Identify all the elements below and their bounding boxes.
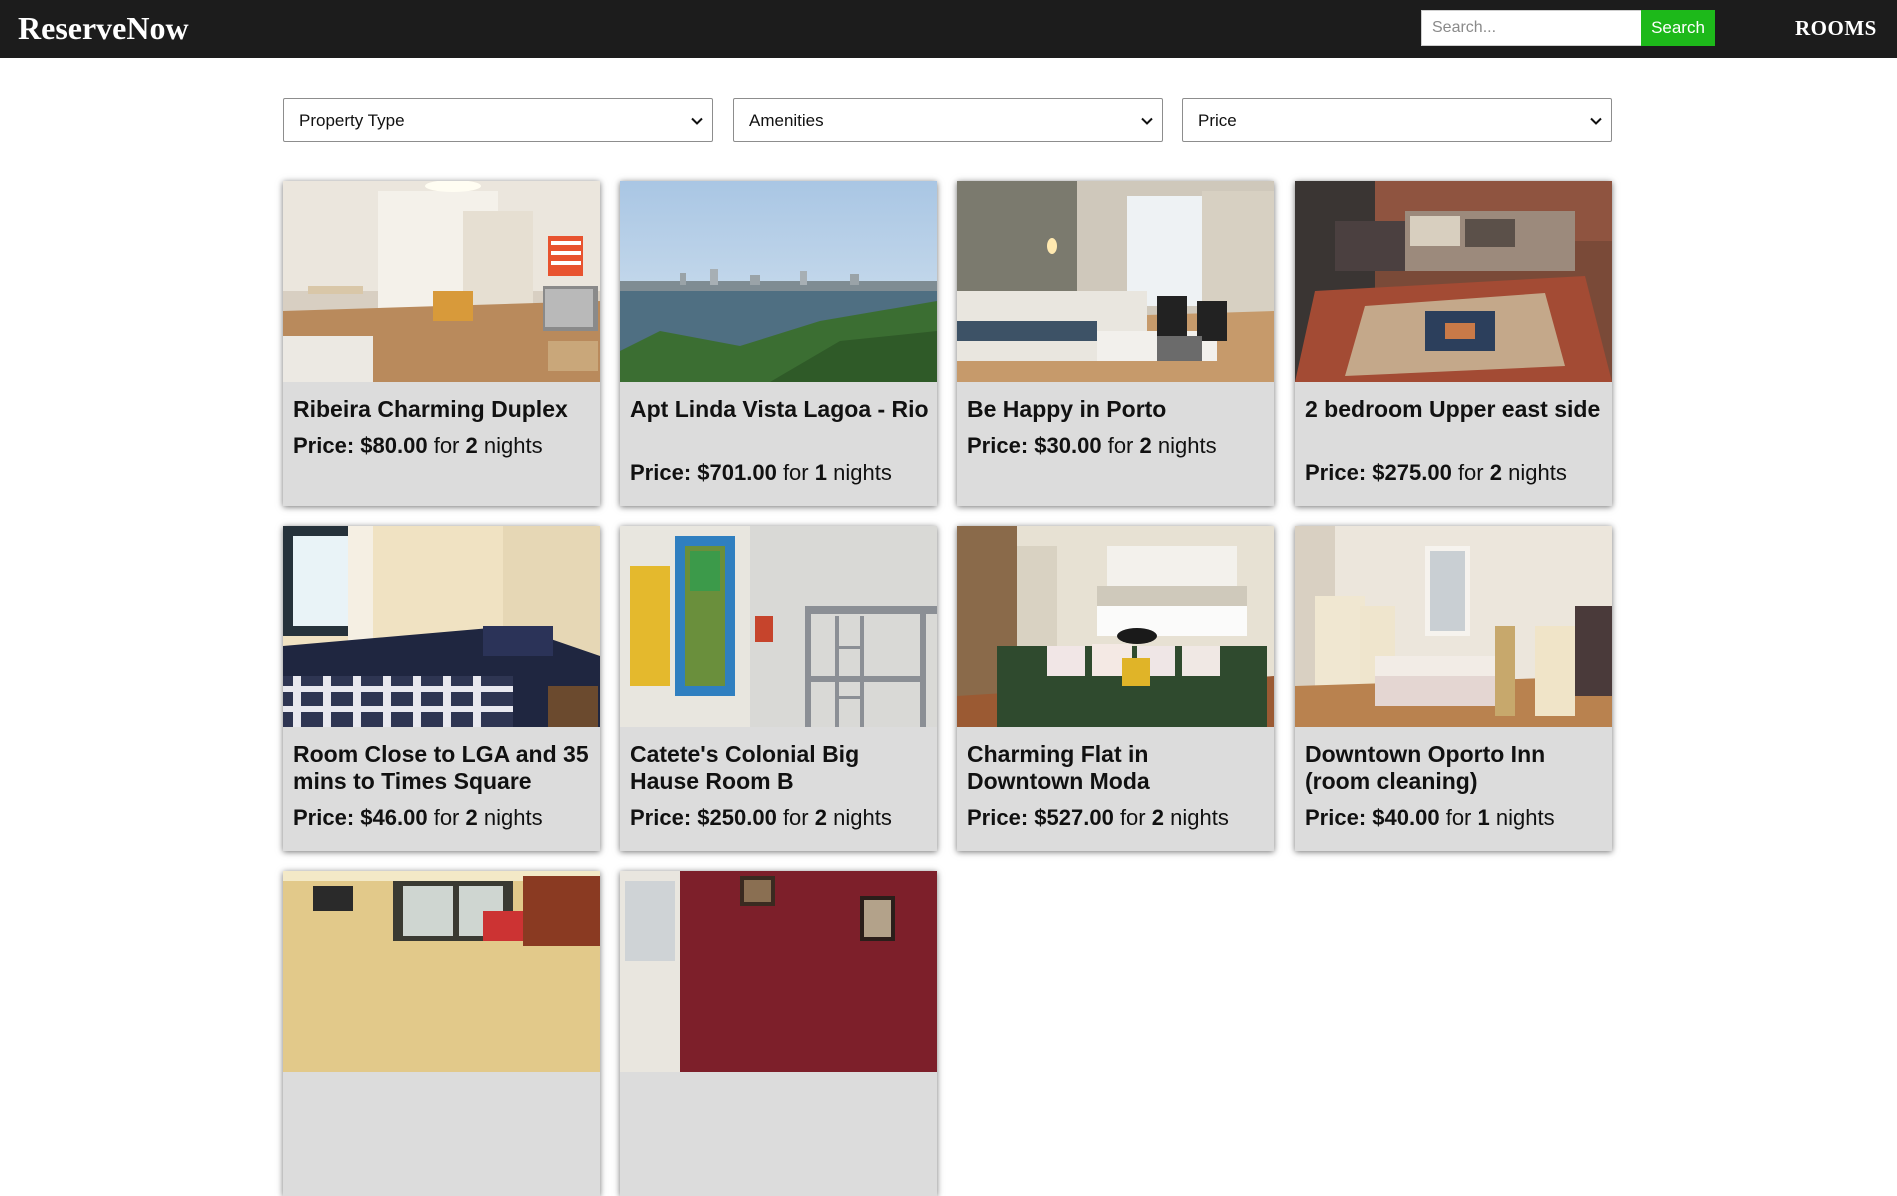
listing-photo[interactable] bbox=[620, 181, 937, 382]
price-label: Price: bbox=[1305, 460, 1367, 485]
nights-count: 2 bbox=[465, 805, 478, 830]
price-value: $46.00 bbox=[360, 805, 428, 830]
listing-price: Price: $46.00 for 2 nights bbox=[293, 805, 543, 831]
listing-price: Price: $80.00 for 2 nights bbox=[293, 433, 543, 459]
listing-title[interactable]: Catete's Colonial Big Hause Room B bbox=[630, 741, 930, 795]
property-type-select[interactable]: Property Type bbox=[283, 98, 713, 142]
listing-title[interactable]: Apt Linda Vista Lagoa - Rio bbox=[630, 396, 930, 423]
nights-label: nights bbox=[1157, 433, 1217, 458]
listing-title[interactable]: Downtown Oporto Inn (room cleaning) bbox=[1305, 741, 1605, 795]
nights-label: nights bbox=[1170, 805, 1229, 830]
listing-price: Price: $30.00 for 2 nights bbox=[967, 433, 1217, 459]
price-for: for bbox=[433, 433, 460, 458]
price-label: Price: bbox=[1305, 805, 1367, 830]
price-for: for bbox=[1107, 433, 1134, 458]
price-value: $275.00 bbox=[1372, 460, 1452, 485]
nights-count: 2 bbox=[1139, 433, 1152, 458]
search-button[interactable]: Search bbox=[1641, 10, 1715, 46]
nights-label: nights bbox=[1508, 460, 1567, 485]
listing-card[interactable]: Catete's Colonial Big Hause Room B Price… bbox=[620, 526, 937, 851]
listing-photo[interactable] bbox=[620, 526, 937, 727]
price-for: for bbox=[433, 805, 460, 830]
price-value: $80.00 bbox=[360, 433, 428, 458]
listing-price: Price: $527.00 for 2 nights bbox=[967, 805, 1229, 831]
price-value: $250.00 bbox=[697, 805, 777, 830]
listing-photo[interactable] bbox=[620, 871, 937, 1072]
nights-count: 2 bbox=[465, 433, 478, 458]
listing-card[interactable]: Charming Flat in Downtown Moda Price: $5… bbox=[957, 526, 1274, 851]
listing-card[interactable]: Be Happy in Porto Price: $30.00 for 2 ni… bbox=[957, 181, 1274, 506]
chevron-down-icon bbox=[691, 117, 703, 125]
price-select[interactable]: Price bbox=[1182, 98, 1612, 142]
listing-photo[interactable] bbox=[1295, 526, 1612, 727]
listing-photo[interactable] bbox=[283, 181, 600, 382]
price-for: for bbox=[1119, 805, 1146, 830]
chevron-down-icon bbox=[1590, 117, 1602, 125]
price-label: Price: bbox=[967, 805, 1029, 830]
listing-photo[interactable] bbox=[1295, 181, 1612, 382]
nights-count: 2 bbox=[1151, 805, 1164, 830]
nights-count: 1 bbox=[1477, 805, 1490, 830]
listing-title[interactable]: Be Happy in Porto bbox=[967, 396, 1267, 423]
price-label: Price: bbox=[293, 433, 355, 458]
listing-card[interactable]: Apt Linda Vista Lagoa - Rio Price: $701.… bbox=[620, 181, 937, 506]
listing-photo[interactable] bbox=[283, 526, 600, 727]
price-for: for bbox=[1457, 460, 1484, 485]
nights-label: nights bbox=[483, 805, 543, 830]
nights-label: nights bbox=[1495, 805, 1555, 830]
listing-title[interactable]: Ribeira Charming Duplex bbox=[293, 396, 593, 423]
price-for: for bbox=[782, 460, 809, 485]
nights-label: nights bbox=[833, 460, 892, 485]
listing-title[interactable]: 2 bedroom Upper east side bbox=[1305, 396, 1605, 423]
price-label: Price: bbox=[293, 805, 355, 830]
amenities-select[interactable]: Amenities bbox=[733, 98, 1163, 142]
listing-price: Price: $275.00 for 2 nights bbox=[1305, 460, 1567, 486]
nights-count: 2 bbox=[814, 805, 827, 830]
brand-logo[interactable]: ReserveNow bbox=[18, 8, 189, 48]
price-label: Price: bbox=[967, 433, 1029, 458]
property-type-select-label: Property Type bbox=[299, 111, 405, 130]
listing-price: Price: $701.00 for 1 nights bbox=[630, 460, 892, 486]
nights-count: 2 bbox=[1489, 460, 1502, 485]
nights-label: nights bbox=[483, 433, 543, 458]
amenities-select-label: Amenities bbox=[749, 111, 824, 130]
search-input[interactable] bbox=[1421, 10, 1642, 46]
nights-label: nights bbox=[833, 805, 892, 830]
listing-title[interactable]: Room Close to LGA and 35 mins to Times S… bbox=[293, 741, 593, 795]
listing-card[interactable]: Room Close to LGA and 35 mins to Times S… bbox=[283, 526, 600, 851]
price-for: for bbox=[782, 805, 809, 830]
listing-card[interactable] bbox=[283, 871, 600, 1196]
nav-link-rooms[interactable]: ROOMS bbox=[1795, 16, 1877, 41]
price-value: $30.00 bbox=[1034, 433, 1102, 458]
top-navbar: ReserveNow Search ROOMS bbox=[0, 0, 1897, 58]
listing-photo[interactable] bbox=[957, 526, 1274, 727]
listing-card[interactable]: Ribeira Charming Duplex Price: $80.00 fo… bbox=[283, 181, 600, 506]
listing-photo[interactable] bbox=[957, 181, 1274, 382]
listing-card[interactable]: 2 bedroom Upper east side Price: $275.00… bbox=[1295, 181, 1612, 506]
listing-card[interactable]: Downtown Oporto Inn (room cleaning) Pric… bbox=[1295, 526, 1612, 851]
price-select-label: Price bbox=[1198, 111, 1237, 130]
price-value: $701.00 bbox=[697, 460, 777, 485]
price-label: Price: bbox=[630, 805, 692, 830]
listing-title[interactable]: Charming Flat in Downtown Moda bbox=[967, 741, 1267, 795]
nights-count: 1 bbox=[814, 460, 827, 485]
listing-card[interactable] bbox=[620, 871, 937, 1196]
price-label: Price: bbox=[630, 460, 692, 485]
price-value: $40.00 bbox=[1372, 805, 1440, 830]
listing-photo[interactable] bbox=[283, 871, 600, 1072]
price-for: for bbox=[1445, 805, 1472, 830]
price-value: $527.00 bbox=[1034, 805, 1114, 830]
listing-price: Price: $40.00 for 1 nights bbox=[1305, 805, 1555, 831]
listing-price: Price: $250.00 for 2 nights bbox=[630, 805, 892, 831]
chevron-down-icon bbox=[1141, 117, 1153, 125]
